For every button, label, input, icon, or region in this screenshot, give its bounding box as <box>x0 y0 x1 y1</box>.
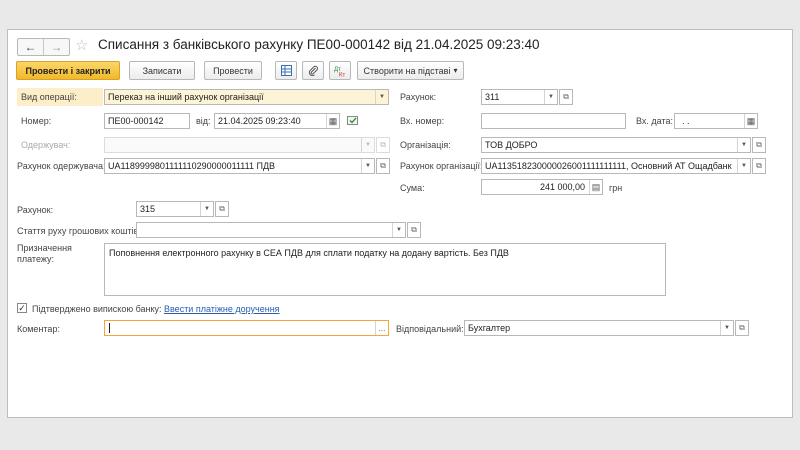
calculator-icon[interactable]: ▤ <box>589 180 602 194</box>
number-label: Номер: <box>21 116 52 126</box>
recipient-select: ▼ <box>104 137 375 153</box>
dropdown-icon[interactable]: ▼ <box>392 223 405 237</box>
table-icon[interactable] <box>275 61 297 80</box>
paperclip-icon[interactable] <box>302 61 324 80</box>
responsible-label: Відповідальний: <box>396 324 464 334</box>
post-status-icon <box>347 115 359 126</box>
dropdown-icon[interactable]: ▼ <box>737 138 750 152</box>
responsible-select[interactable]: Бухгалтер ▼ <box>464 320 734 336</box>
dropdown-icon[interactable]: ▼ <box>720 321 733 335</box>
currency-label: грн <box>609 183 623 193</box>
open-icon[interactable]: ⧉ <box>215 201 229 217</box>
incoming-date-field[interactable]: . . ▦ <box>674 113 758 129</box>
create-based-on-label: Створити на підставі <box>363 65 451 76</box>
incoming-number-field[interactable] <box>481 113 626 129</box>
sum-label: Сума: <box>400 183 425 193</box>
account2-label: Рахунок: <box>17 205 54 215</box>
open-icon[interactable]: ⧉ <box>752 137 766 153</box>
dropdown-icon[interactable]: ▼ <box>375 90 388 104</box>
dropdown-icon[interactable]: ▼ <box>737 159 750 173</box>
operation-type-label: Вид операції: <box>17 88 103 106</box>
account-value: 311 <box>485 92 500 102</box>
sum-value: 241 000,00 <box>539 182 585 192</box>
nav-buttons: ← → <box>17 38 70 56</box>
calendar-icon[interactable]: ▦ <box>744 114 757 128</box>
incoming-date-value: . . <box>682 116 690 126</box>
date-value: 21.04.2025 09:23:40 <box>218 116 301 126</box>
back-arrow-icon[interactable]: ← <box>18 39 43 55</box>
open-icon[interactable]: ⧉ <box>752 158 766 174</box>
organization-account-select[interactable]: UA113518230000026001111111111, Основний … <box>481 158 751 174</box>
date-label: від: <box>196 116 211 126</box>
open-icon[interactable]: ⧉ <box>559 89 573 105</box>
organization-account-value: UA113518230000026001111111111, Основний … <box>485 161 732 171</box>
account2-value: 315 <box>140 204 156 214</box>
recipient-label: Одержувач: <box>21 140 71 150</box>
document-window: ← → ☆ Списання з банківського рахунку ПЕ… <box>7 29 793 418</box>
star-icon[interactable]: ☆ <box>75 36 88 54</box>
comment-field[interactable]: ... <box>104 320 389 336</box>
comment-label: Коментар: <box>17 324 60 334</box>
date-field[interactable]: 21.04.2025 09:23:40 ▦ <box>214 113 340 129</box>
incoming-date-label: Вх. дата: <box>636 116 673 126</box>
dropdown-icon: ▼ <box>361 138 374 152</box>
enter-payment-order-link[interactable]: Ввести платіжне доручення <box>164 304 280 314</box>
payment-purpose-textarea[interactable]: Поповнення електронного рахунку в СЕА ПД… <box>104 243 666 296</box>
sum-field[interactable]: 241 000,00 ▤ <box>481 179 603 195</box>
confirmed-by-bank-label: Підтверджено випискою банку: <box>32 304 162 314</box>
save-button[interactable]: Записати <box>129 61 195 80</box>
number-field[interactable]: ПЕ00-000142 <box>104 113 190 129</box>
open-icon[interactable]: ⧉ <box>376 158 390 174</box>
organization-label: Організація: <box>400 140 451 150</box>
comment-value <box>109 323 110 333</box>
organization-value: ТОВ ДОБРО <box>485 140 538 150</box>
page-title: Списання з банківського рахунку ПЕ00-000… <box>98 37 540 52</box>
post-button[interactable]: Провести <box>204 61 262 80</box>
organization-account-label: Рахунок організації: <box>400 161 483 171</box>
recipient-account-value: UA1189999801111110290000011111 ПДВ <box>108 161 276 171</box>
dropdown-icon[interactable]: ▼ <box>544 90 557 104</box>
recipient-account-select[interactable]: UA1189999801111110290000011111 ПДВ ▼ <box>104 158 375 174</box>
incoming-number-label: Вх. номер: <box>400 116 445 126</box>
more-button[interactable]: ... <box>375 321 388 335</box>
cashflow-item-label: Стаття руху грошових коштів: <box>17 226 141 236</box>
dropdown-icon[interactable]: ▼ <box>361 159 374 173</box>
open-icon[interactable]: ⧉ <box>735 320 749 336</box>
organization-select[interactable]: ТОВ ДОБРО ▼ <box>481 137 751 153</box>
account2-select[interactable]: 315 ▼ <box>136 201 214 217</box>
open-icon: ⧉ <box>376 137 390 153</box>
responsible-value: Бухгалтер <box>468 323 511 333</box>
cashflow-item-select[interactable]: ▼ <box>136 222 406 238</box>
calendar-icon[interactable]: ▦ <box>326 114 339 128</box>
svg-text:Кт: Кт <box>339 72 345 77</box>
confirmed-by-bank-checkbox[interactable]: ✓ <box>17 303 27 313</box>
post-and-close-button[interactable]: Провести і закрити <box>16 61 120 80</box>
forward-arrow-icon[interactable]: → <box>43 39 69 55</box>
chevron-down-icon: ▾ <box>453 66 458 75</box>
dropdown-icon[interactable]: ▼ <box>200 202 213 216</box>
dt-kt-icon[interactable]: Дт Кт <box>329 61 351 80</box>
recipient-account-label: Рахунок одержувача: <box>17 161 106 171</box>
payment-purpose-label: Призначення платежу: <box>17 243 72 264</box>
account-label: Рахунок: <box>400 92 437 102</box>
operation-type-value: Переказ на інший рахунок організації <box>108 92 264 102</box>
open-icon[interactable]: ⧉ <box>407 222 421 238</box>
create-based-on-button[interactable]: Створити на підставі ▾ <box>357 61 464 80</box>
operation-type-select[interactable]: Переказ на інший рахунок організації ▼ <box>104 89 389 105</box>
account-select[interactable]: 311 ▼ <box>481 89 558 105</box>
